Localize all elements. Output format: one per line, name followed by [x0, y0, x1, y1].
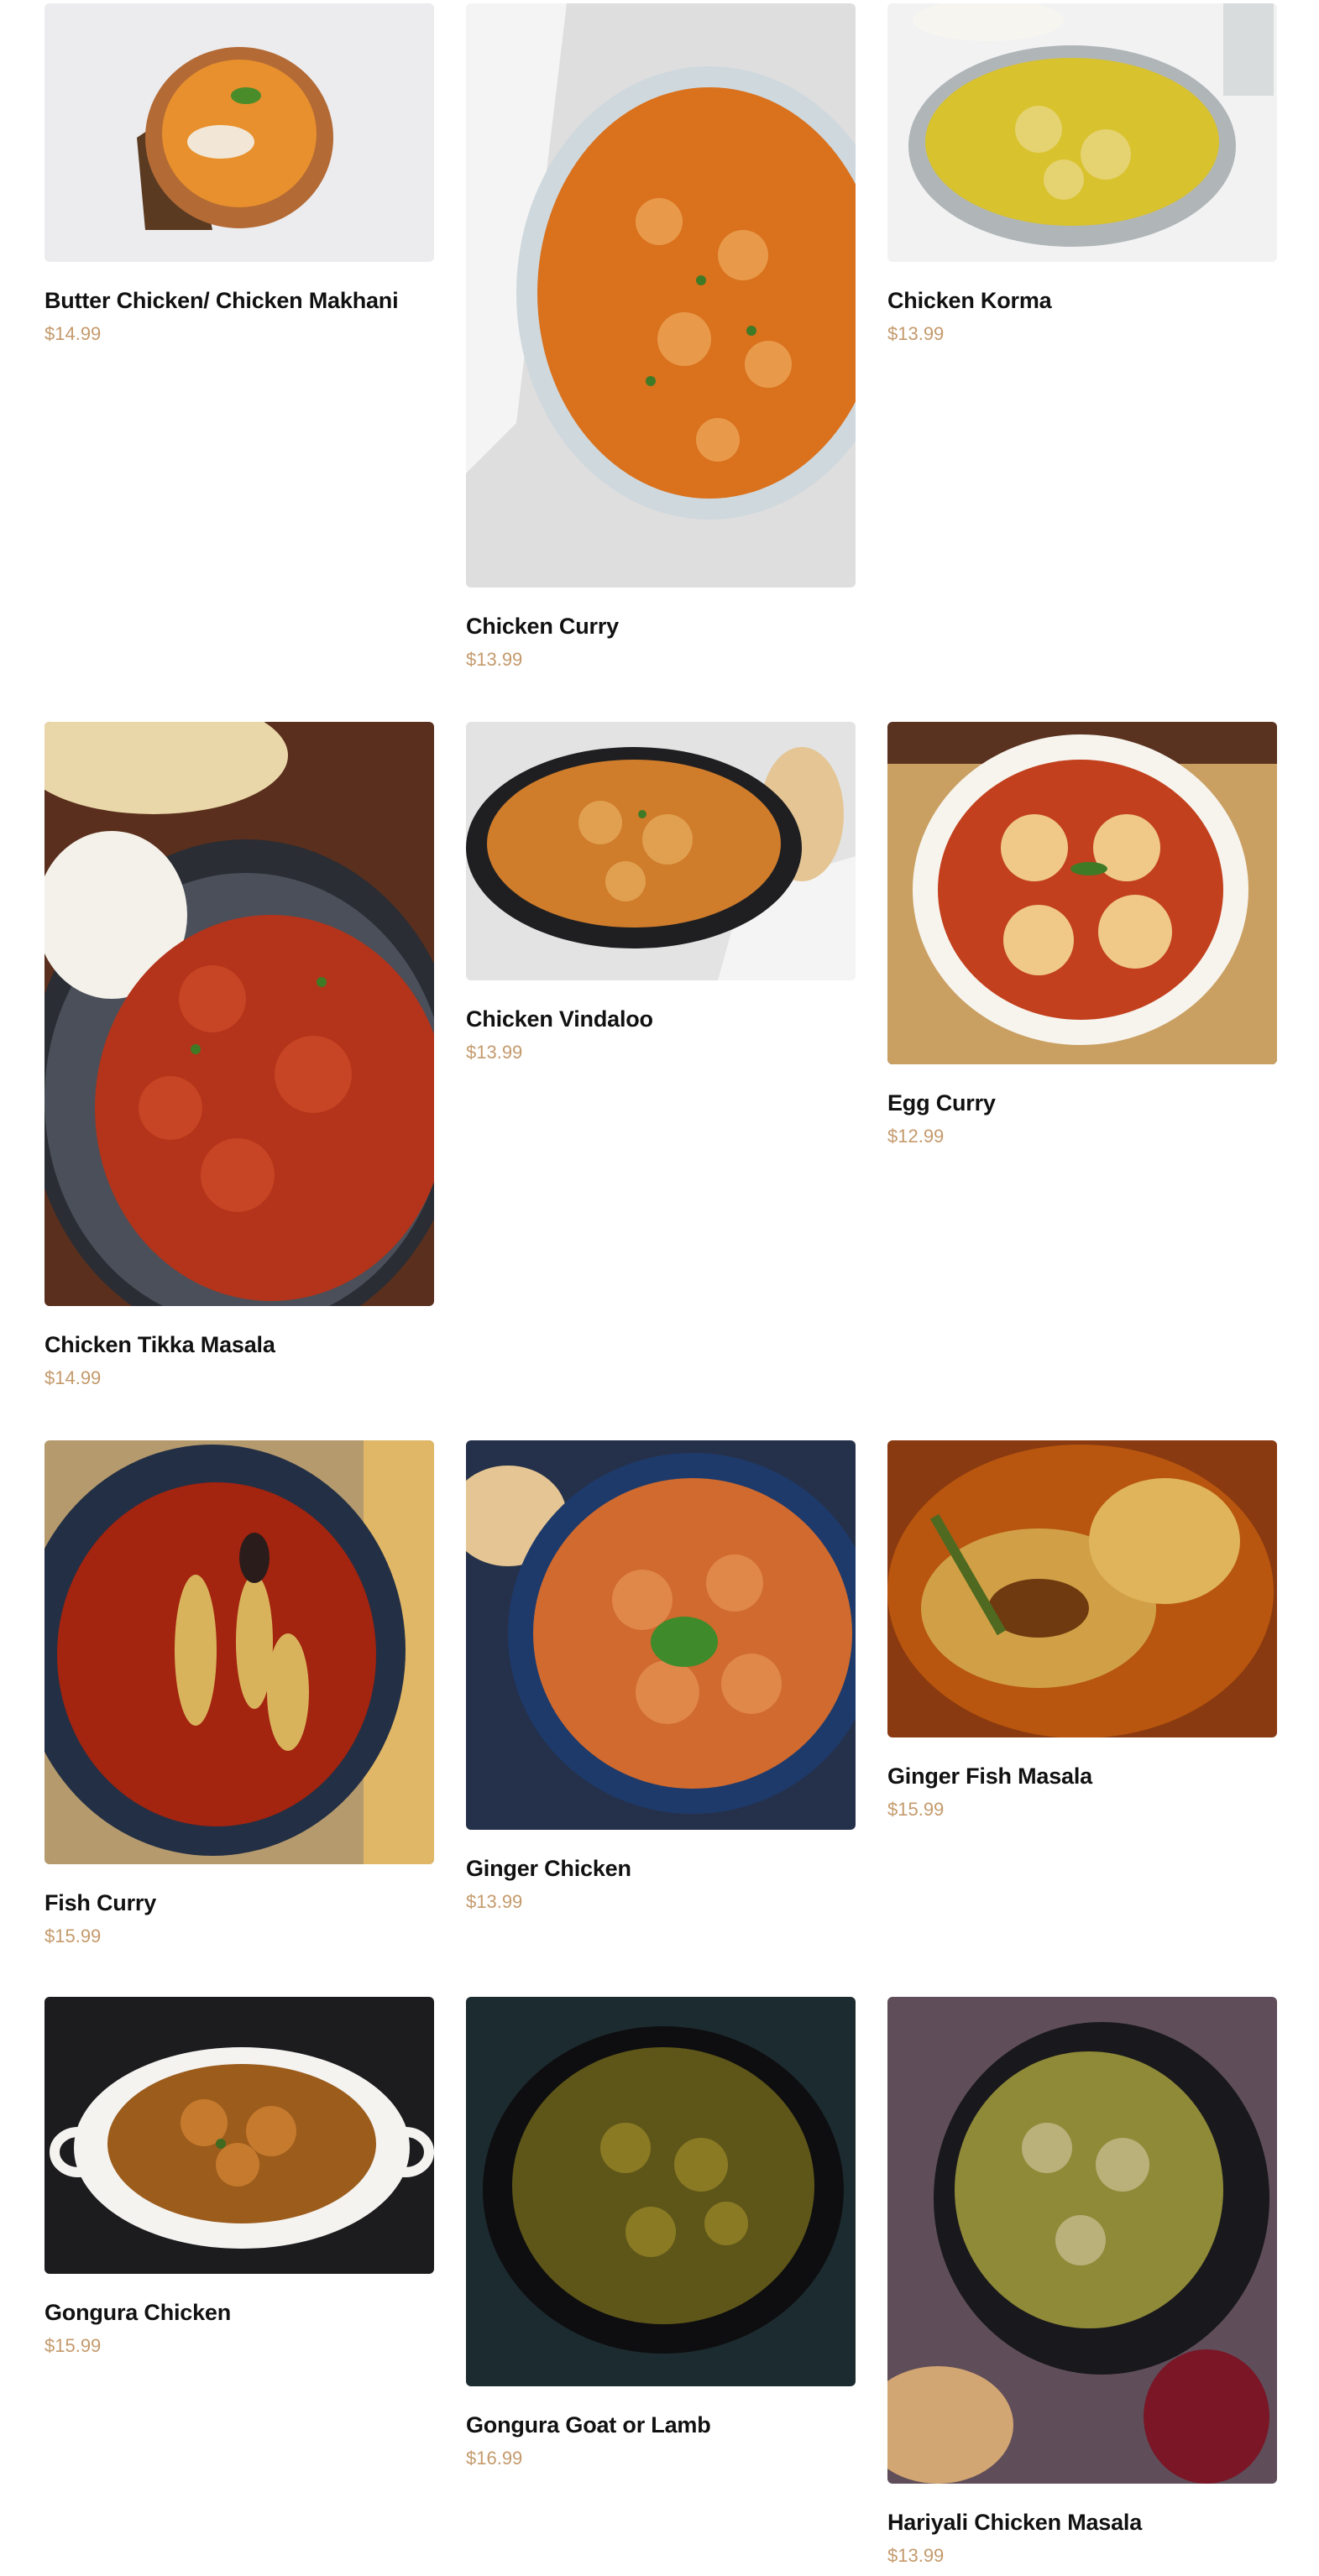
dish-photo[interactable] — [44, 3, 434, 262]
dish-name[interactable]: Fish Curry — [44, 1889, 434, 1916]
dish-photo[interactable] — [887, 1997, 1277, 2484]
dish-price: $15.99 — [44, 2335, 102, 2356]
dish-name[interactable]: Gongura Chicken — [44, 2299, 434, 2326]
dish-name[interactable]: Chicken Curry — [466, 613, 856, 640]
dish-name[interactable]: Ginger Chicken — [466, 1855, 856, 1882]
menu-item-card[interactable]: Butter Chicken/ Chicken Makhani $14.99 — [44, 3, 434, 345]
dish-price: $14.99 — [44, 323, 102, 344]
dish-price: $13.99 — [466, 649, 523, 670]
dish-photo[interactable] — [466, 1440, 856, 1830]
menu-item-card[interactable]: Gongura Goat or Lamb $16.99 — [466, 1997, 856, 2469]
dish-price: $12.99 — [887, 1126, 945, 1147]
dish-photo[interactable] — [44, 722, 434, 1306]
dish-name[interactable]: Gongura Goat or Lamb — [466, 2411, 856, 2438]
dish-name[interactable]: Chicken Korma — [887, 287, 1277, 314]
menu-item-card[interactable]: Egg Curry $12.99 — [887, 722, 1277, 1147]
dish-photo[interactable] — [466, 1997, 856, 2386]
dish-photo[interactable] — [887, 1440, 1277, 1737]
menu-item-card[interactable]: Chicken Tikka Masala $14.99 — [44, 722, 434, 1389]
dish-name[interactable]: Butter Chicken/ Chicken Makhani — [44, 287, 434, 314]
dish-name[interactable]: Hariyali Chicken Masala — [887, 2509, 1277, 2536]
dish-price: $14.99 — [44, 1367, 102, 1388]
dish-photo[interactable] — [887, 722, 1277, 1064]
dish-name[interactable]: Chicken Vindaloo — [466, 1006, 856, 1032]
dish-name[interactable]: Chicken Tikka Masala — [44, 1331, 434, 1358]
menu-item-card[interactable]: Chicken Vindaloo $13.99 — [466, 722, 856, 1063]
menu-item-card[interactable]: Chicken Korma $13.99 — [887, 3, 1277, 345]
menu-item-card[interactable]: Hariyali Chicken Masala $13.99 — [887, 1997, 1277, 2567]
menu-item-card[interactable]: Ginger Fish Masala $15.99 — [887, 1440, 1277, 1821]
dish-price: $15.99 — [44, 1925, 102, 1946]
dish-name[interactable]: Egg Curry — [887, 1089, 1277, 1116]
menu-item-card[interactable]: Gongura Chicken $15.99 — [44, 1997, 434, 2357]
dish-name[interactable]: Ginger Fish Masala — [887, 1763, 1277, 1790]
dish-price: $13.99 — [887, 323, 945, 344]
dish-photo[interactable] — [887, 3, 1277, 262]
dish-photo[interactable] — [44, 1997, 434, 2274]
dish-price: $13.99 — [466, 1891, 523, 1912]
dish-photo[interactable] — [44, 1440, 434, 1864]
dish-price: $16.99 — [466, 2448, 523, 2469]
dish-price: $15.99 — [887, 1799, 945, 1820]
dish-photo[interactable] — [466, 722, 856, 980]
menu-item-card[interactable]: Ginger Chicken $13.99 — [466, 1440, 856, 1913]
menu-item-card[interactable]: Chicken Curry $13.99 — [466, 3, 856, 671]
dish-photo[interactable] — [466, 3, 856, 588]
dish-price: $13.99 — [887, 2545, 945, 2566]
menu-grid: Butter Chicken/ Chicken Makhani $14.99 C… — [0, 0, 1319, 2576]
dish-price: $13.99 — [466, 1042, 523, 1063]
menu-item-card[interactable]: Fish Curry $15.99 — [44, 1440, 434, 1947]
